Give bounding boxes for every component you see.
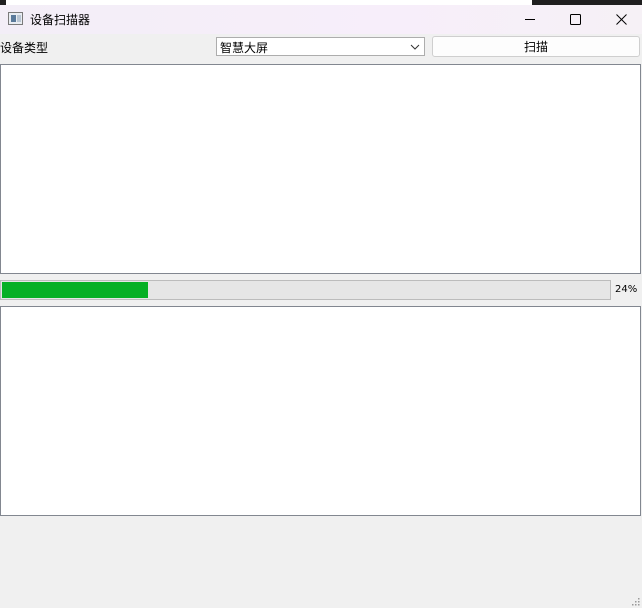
window-title: 设备扫描器	[30, 13, 91, 27]
scan-progress-fill	[2, 282, 148, 298]
app-window-icon	[8, 12, 23, 25]
close-icon	[615, 14, 627, 25]
scan-progress-bar	[0, 280, 611, 300]
scan-progress-text: 24%	[615, 284, 638, 295]
device-type-selected: 智慧大屏	[220, 41, 269, 55]
scan-button[interactable]: 扫描	[432, 36, 640, 57]
chevron-down-icon	[410, 44, 420, 50]
device-type-label: 设备类型	[0, 41, 49, 55]
minimize-icon	[524, 19, 535, 20]
maximize-icon	[569, 14, 581, 25]
maximize-button[interactable]	[552, 5, 598, 34]
close-button[interactable]	[598, 5, 642, 34]
resize-grip-icon[interactable]	[630, 596, 640, 606]
scan-log-output[interactable]	[0, 306, 641, 516]
title-bar[interactable]: 设备扫描器	[0, 5, 642, 34]
minimize-button[interactable]	[507, 5, 553, 34]
device-list-output[interactable]	[0, 64, 641, 274]
device-type-dropdown[interactable]: 智慧大屏	[216, 37, 425, 56]
